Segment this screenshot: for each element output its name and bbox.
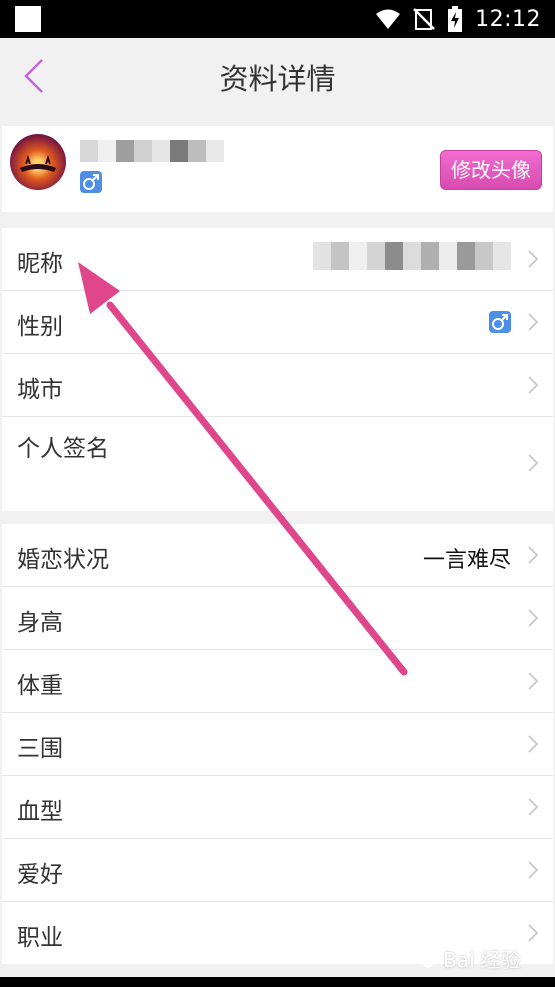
gender-male-icon (489, 311, 511, 333)
row-weight[interactable]: 体重 (2, 650, 553, 713)
basic-info-section: 昵称 性别 城市 个人签名 (2, 228, 553, 511)
row-label: 体重 (17, 673, 63, 699)
row-label: 身高 (17, 610, 63, 636)
row-label: 婚恋状况 (17, 547, 109, 573)
avatar-image (20, 154, 56, 172)
row-label: 性别 (17, 314, 63, 340)
header: 资料详情 (0, 38, 555, 110)
chevron-right-icon (528, 924, 539, 942)
gender-male-icon (80, 171, 102, 193)
avatar[interactable] (10, 134, 66, 190)
status-time: 12:12 (475, 6, 541, 32)
row-label: 三围 (17, 736, 63, 762)
chevron-right-icon (528, 798, 539, 816)
page-title: 资料详情 (219, 62, 336, 96)
chevron-right-icon (528, 376, 539, 394)
battery-icon (448, 6, 463, 32)
username-blurred (80, 140, 224, 162)
chevron-right-icon (528, 454, 539, 472)
change-avatar-button[interactable]: 修改头像 (440, 150, 542, 190)
wifi-icon (376, 9, 401, 29)
paw-icon (417, 950, 439, 968)
no-signal-icon (413, 8, 435, 30)
row-blood-type[interactable]: 血型 (2, 776, 553, 839)
row-label: 昵称 (17, 251, 63, 277)
row-height[interactable]: 身高 (2, 587, 553, 650)
row-nickname[interactable]: 昵称 (2, 228, 553, 291)
details-section: 婚恋状况 一言难尽 身高 体重 三围 血型 爱好 职业 (2, 524, 553, 964)
notification-icon (15, 6, 41, 32)
chevron-right-icon (528, 546, 539, 564)
row-label: 个人签名 (17, 436, 109, 462)
row-label: 爱好 (17, 862, 63, 888)
status-icons: 12:12 (375, 4, 541, 34)
row-measurements[interactable]: 三围 (2, 713, 553, 776)
row-signature[interactable]: 个人签名 (2, 417, 553, 511)
chevron-right-icon (528, 672, 539, 690)
chevron-right-icon (528, 250, 539, 268)
row-label: 血型 (17, 799, 63, 825)
row-label: 城市 (17, 377, 63, 403)
row-label: 职业 (17, 925, 63, 951)
profile-card: 修改头像 (2, 126, 553, 212)
chevron-right-icon (528, 609, 539, 627)
bottom-bar (0, 977, 555, 987)
watermark: Bai 经验 (417, 944, 521, 973)
row-city[interactable]: 城市 (2, 354, 553, 417)
row-gender[interactable]: 性别 (2, 291, 553, 354)
row-marital-status[interactable]: 婚恋状况 一言难尽 (2, 524, 553, 587)
status-bar: 12:12 (0, 0, 555, 38)
row-value: 一言难尽 (422, 548, 511, 573)
chevron-right-icon (528, 313, 539, 331)
chevron-right-icon (528, 861, 539, 879)
nickname-blurred (313, 242, 511, 270)
chevron-right-icon (528, 735, 539, 753)
watermark-text: Bai 经验 (443, 948, 521, 972)
row-hobbies[interactable]: 爱好 (2, 839, 553, 902)
